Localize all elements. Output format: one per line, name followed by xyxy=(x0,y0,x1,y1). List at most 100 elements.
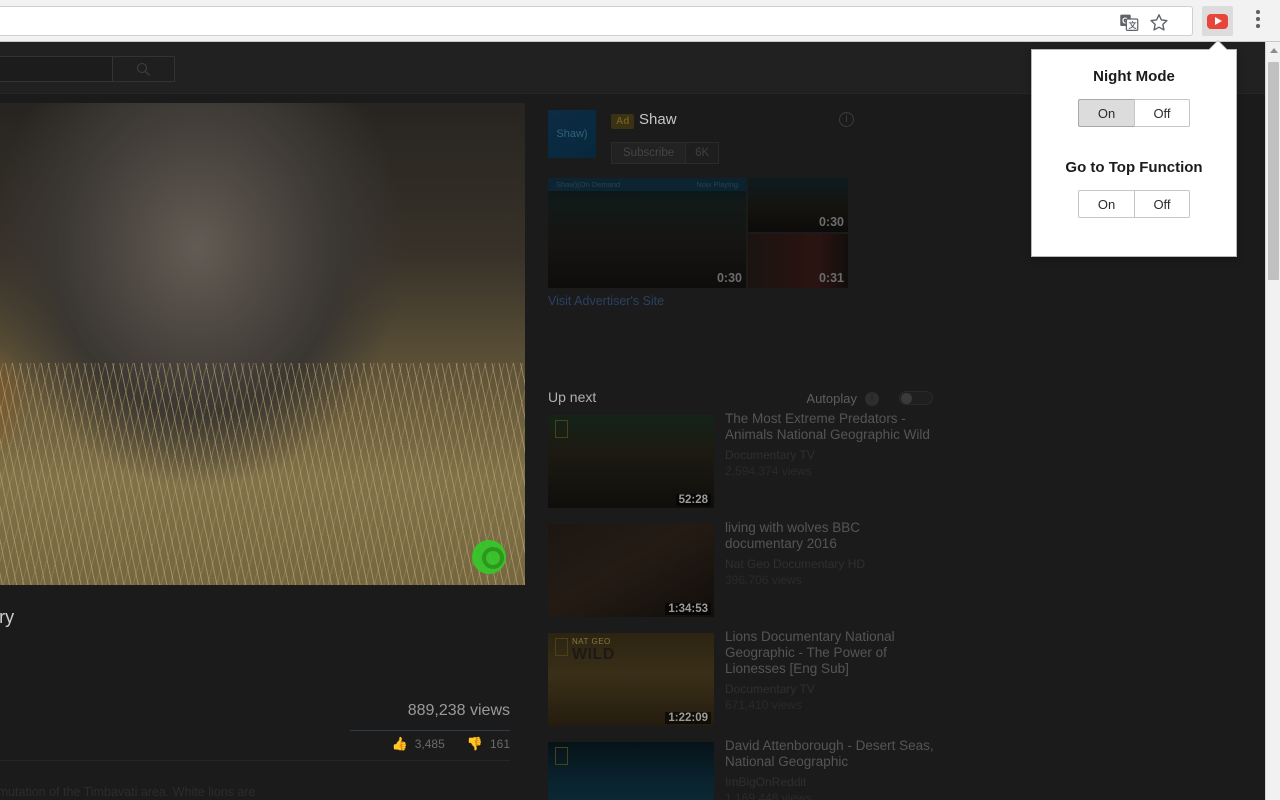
video-thumbnail[interactable] xyxy=(548,742,714,800)
video-meta: David Attenborough - Desert Seas, Nation… xyxy=(725,738,940,800)
ad-subscribe-group[interactable]: Subscribe 6K xyxy=(611,142,720,164)
page-scrollbar[interactable] xyxy=(1265,42,1280,800)
ad-thumb-duration: 0:31 xyxy=(818,271,844,285)
menu-dot xyxy=(1256,17,1260,21)
video-title[interactable]: David Attenborough - Desert Seas, Nation… xyxy=(725,738,940,770)
go-to-top-on-button[interactable]: On xyxy=(1078,190,1134,218)
video-title[interactable]: Lions Documentary National Geographic - … xyxy=(725,629,940,677)
related-videos-list: 52:28 The Most Extreme Predators - Anima… xyxy=(548,411,948,800)
advertisement-block: Shaw) Ad Shaw i Subscribe 6K Shaw)(On De… xyxy=(548,110,948,310)
video-title[interactable]: The Most Extreme Predators - Animals Nat… xyxy=(725,411,940,443)
channel-name[interactable]: Nat Geo Documentary HD xyxy=(725,557,940,571)
visit-advertiser-link[interactable]: Visit Advertiser's Site xyxy=(548,294,664,308)
ad-thumbnail-grid: Shaw)(On Demand Now Playing 0:30 0:30 0:… xyxy=(548,178,848,288)
ad-thumb-label-left: Shaw)(On Demand xyxy=(556,180,621,189)
video-title: nal Geographic Documentary xyxy=(0,607,15,627)
like-button[interactable]: 👍 3,485 xyxy=(392,736,445,752)
up-next-header: Up next Autoplay i xyxy=(548,389,933,411)
list-item[interactable]: 52:28 The Most Extreme Predators - Anima… xyxy=(548,411,948,508)
go-to-top-toggle-group: On Off xyxy=(1032,190,1236,218)
video-title[interactable]: living with wolves BBC documentary 2016 xyxy=(725,520,940,552)
go-to-top-off-button[interactable]: Off xyxy=(1134,190,1190,218)
video-duration: 52:28 xyxy=(675,494,711,506)
sidebar: Shaw) Ad Shaw i Subscribe 6K Shaw)(On De… xyxy=(548,110,948,800)
video-grass-texture xyxy=(0,363,525,585)
translate-icon[interactable]: G 文 xyxy=(1118,12,1140,33)
thumb-brand-top: NAT GEO xyxy=(572,637,611,646)
go-to-top-heading: Go to Top Function xyxy=(1065,159,1203,176)
ad-thumbnail-secondary[interactable]: 0:30 xyxy=(748,178,848,232)
dislike-count: 161 xyxy=(489,737,510,751)
subscriber-count: 6K xyxy=(685,143,719,163)
description-divider xyxy=(0,760,510,761)
advertiser-name: Shaw xyxy=(639,111,677,128)
chrome-menu-button[interactable] xyxy=(1250,10,1266,32)
video-meta-row: 889,238 views 👍 3,485 👎 161 xyxy=(0,702,510,751)
like-count: 3,485 xyxy=(414,737,445,751)
natgeo-badge-icon xyxy=(555,420,568,438)
channel-name[interactable]: Documentary TV xyxy=(725,448,940,462)
channel-name[interactable]: ImBigOnReddit xyxy=(725,775,940,789)
view-count: 889,238 views xyxy=(407,702,510,719)
night-mode-off-button[interactable]: Off xyxy=(1134,99,1190,127)
ad-thumbnail-main[interactable]: Shaw)(On Demand Now Playing 0:30 xyxy=(548,178,746,288)
dislike-button[interactable]: 👎 161 xyxy=(467,736,510,752)
search-button[interactable] xyxy=(112,57,174,81)
night-mode-toggle-group: On Off xyxy=(1032,99,1236,127)
autoplay-toggle[interactable] xyxy=(899,391,933,405)
night-mode-heading: Night Mode xyxy=(1093,68,1175,85)
thumbs-up-icon: 👍 xyxy=(391,736,408,751)
menu-dot xyxy=(1256,24,1260,28)
view-count: 671,410 views xyxy=(725,698,802,712)
info-icon[interactable]: i xyxy=(865,392,879,406)
video-duration: 1:34:53 xyxy=(665,603,711,615)
search-icon xyxy=(136,62,150,76)
thumb-brand-main: WILD xyxy=(572,646,615,663)
view-count: 1,169,448 views xyxy=(725,791,812,800)
video-meta: living with wolves BBC documentary 2016 … xyxy=(725,520,940,587)
scroll-up-arrow-icon[interactable] xyxy=(1266,42,1280,59)
search-input[interactable] xyxy=(0,57,112,81)
view-count: 396,706 views xyxy=(725,573,802,587)
address-bar[interactable]: G 文 xyxy=(0,6,1193,36)
list-item[interactable]: 1:34:53 living with wolves BBC documenta… xyxy=(548,520,948,617)
video-meta: Lions Documentary National Geographic - … xyxy=(725,629,940,712)
menu-dot xyxy=(1256,10,1260,14)
list-item[interactable]: David Attenborough - Desert Seas, Nation… xyxy=(548,738,948,800)
natgeo-badge-icon xyxy=(555,747,568,765)
video-duration: 1:22:09 xyxy=(665,712,711,724)
youtube-icon xyxy=(1207,13,1228,29)
view-count: 2,594,374 views xyxy=(725,464,812,478)
natgeo-badge-icon xyxy=(555,638,568,656)
green-circle-watermark-icon xyxy=(472,540,506,574)
search-form[interactable] xyxy=(0,56,175,82)
advertiser-avatar: Shaw) xyxy=(548,110,596,158)
bookmark-star-icon[interactable] xyxy=(1148,12,1170,33)
extension-popup: Night Mode On Off Go to Top Function On … xyxy=(1031,49,1237,257)
browser-toolbar: G 文 xyxy=(0,0,1280,42)
ad-thumbnail-tertiary[interactable]: 0:31 xyxy=(748,234,848,288)
youtube-extension-button[interactable] xyxy=(1202,6,1233,36)
scrollbar-thumb[interactable] xyxy=(1268,62,1279,280)
night-mode-on-button[interactable]: On xyxy=(1078,99,1134,127)
rating-group: 👍 3,485 👎 161 xyxy=(392,736,510,752)
ad-badge: Ad xyxy=(611,114,635,129)
svg-text:文: 文 xyxy=(1129,20,1137,30)
channel-name[interactable]: Documentary TV xyxy=(725,682,940,696)
up-next-label: Up next xyxy=(548,389,597,405)
popup-pointer-arrow xyxy=(1209,41,1227,50)
video-thumbnail[interactable]: 1:34:53 xyxy=(548,524,714,617)
meta-underline xyxy=(350,730,510,731)
thumbs-down-icon: 👎 xyxy=(466,736,483,751)
video-description: umentary. The white lion is a rare color… xyxy=(0,785,256,799)
video-player[interactable] xyxy=(0,103,525,585)
ad-thumb-label-right: Now Playing xyxy=(696,180,738,189)
ad-thumb-duration: 0:30 xyxy=(818,215,844,229)
ad-thumb-duration: 0:30 xyxy=(716,271,742,285)
video-thumbnail[interactable]: NAT GEO WILD 1:22:09 xyxy=(548,633,714,726)
list-item[interactable]: NAT GEO WILD 1:22:09 Lions Documentary N… xyxy=(548,629,948,726)
subscribe-button[interactable]: Subscribe xyxy=(612,143,686,163)
video-thumbnail[interactable]: 52:28 xyxy=(548,415,714,508)
info-icon[interactable]: i xyxy=(839,112,854,127)
autoplay-label: Autoplay xyxy=(806,391,857,406)
